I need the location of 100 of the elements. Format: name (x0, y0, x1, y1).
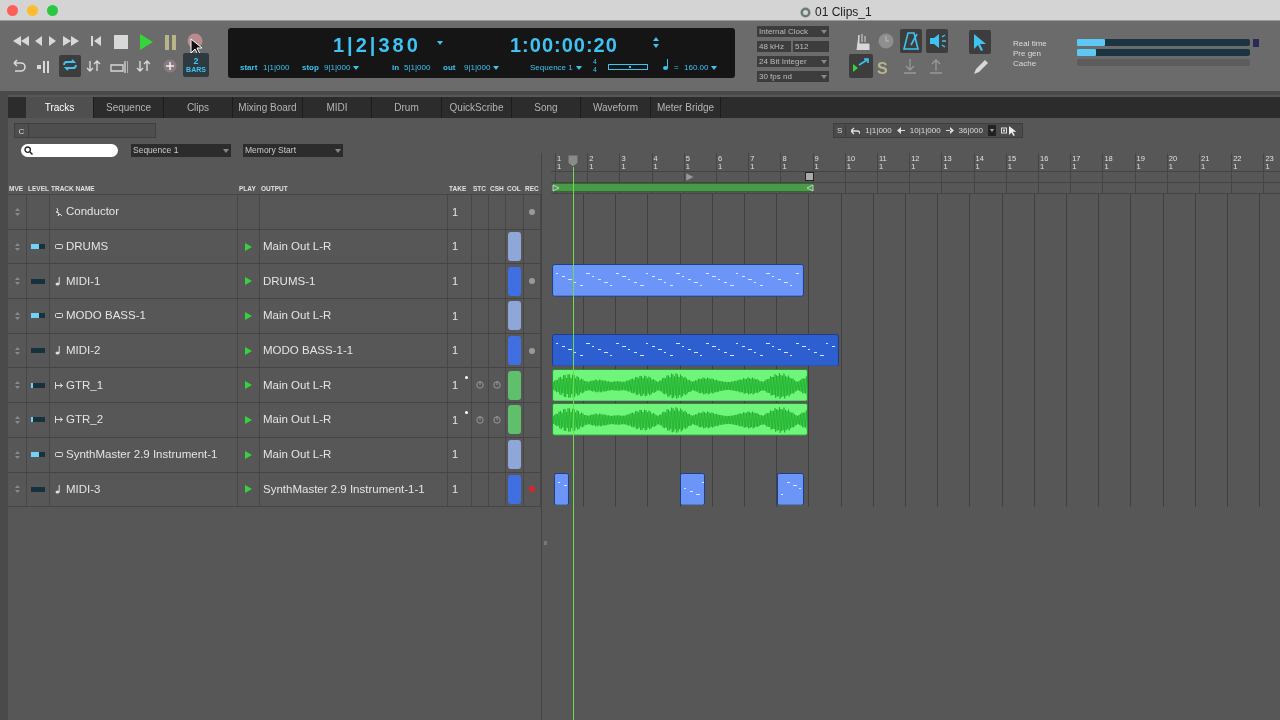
output-menu[interactable]: Main Out L-R (263, 307, 332, 325)
clock-source-menu[interactable]: Internal Clock (757, 26, 829, 37)
splitter-handle[interactable] (544, 541, 547, 545)
take-number[interactable]: 1 (452, 446, 459, 463)
frame-rate-menu[interactable]: 30 fps nd (757, 71, 829, 82)
play-enable-icon[interactable] (245, 485, 252, 494)
output-menu[interactable]: DRUMS-1 (263, 272, 316, 290)
midi-clip[interactable] (554, 472, 569, 506)
track-name[interactable]: MODO BASS-1 (66, 307, 146, 325)
output-menu[interactable]: MODO BASS-1-1 (263, 341, 354, 360)
in-value[interactable]: 5|1|000 (404, 62, 431, 74)
speaker-button[interactable] (926, 29, 948, 53)
track-color-swatch[interactable] (508, 440, 521, 470)
track-name[interactable]: GTR_2 (66, 411, 104, 429)
record-enable-button[interactable] (529, 278, 535, 285)
track-name[interactable]: SynthMaster 2.9 Instrument-1 (66, 446, 218, 464)
plus-icon[interactable] (161, 57, 179, 75)
track-color-swatch[interactable] (508, 266, 521, 296)
move-handle-icon[interactable] (14, 277, 20, 286)
bars-counter[interactable]: 1|2|380 (333, 34, 421, 56)
move-handle-icon[interactable] (14, 311, 20, 320)
output-menu[interactable]: SynthMaster 2.9 Instrument-1-1 (263, 480, 425, 498)
track-name[interactable]: MIDI-2 (66, 341, 101, 360)
dropdown-arrow-icon[interactable] (223, 148, 229, 153)
power-icon[interactable] (493, 415, 501, 424)
select-cursor-icon[interactable] (1000, 125, 1019, 136)
range-length[interactable]: 36|000 (958, 124, 983, 137)
track-name[interactable]: DRUMS (66, 237, 109, 256)
power-icon[interactable] (476, 415, 484, 424)
take-number[interactable]: 1 (452, 238, 459, 255)
track-color-swatch[interactable] (508, 405, 521, 435)
position-slider[interactable] (608, 64, 648, 70)
take-number[interactable]: 1 (452, 203, 459, 221)
search-field[interactable] (21, 144, 118, 157)
play-enable-icon[interactable] (245, 277, 252, 286)
play-enable-icon[interactable] (245, 450, 252, 459)
track-color-swatch[interactable] (508, 336, 521, 366)
input-wiring-button[interactable] (849, 54, 873, 78)
dropdown-arrow-icon[interactable] (711, 66, 718, 70)
track-name[interactable]: MIDI-1 (66, 272, 101, 290)
range-end[interactable]: 10|1|000 (909, 124, 941, 137)
move-handle-icon[interactable] (14, 450, 20, 459)
move-handle-icon[interactable] (14, 381, 20, 390)
sequence-menu[interactable]: Sequence 1 (530, 62, 573, 74)
dropdown-arrow-icon[interactable] (353, 66, 360, 70)
move-handle-icon[interactable] (14, 207, 20, 216)
output-menu[interactable]: Main Out L-R (263, 376, 332, 394)
track-color-swatch[interactable] (508, 370, 521, 400)
midi-clip[interactable] (552, 333, 839, 367)
output-menu[interactable]: Main Out L-R (263, 411, 332, 429)
track-color-swatch[interactable] (508, 301, 521, 331)
audio-clip[interactable] (552, 368, 808, 402)
bit-depth-menu[interactable]: 24 Bit Integer (757, 56, 829, 67)
play-enable-icon[interactable] (245, 346, 252, 355)
move-handle-icon[interactable] (14, 346, 20, 355)
range-start[interactable]: 1|1|000 (865, 124, 892, 137)
sample-rate-field[interactable]: 48 kHz (757, 41, 791, 52)
time-counter[interactable]: 1:00:00:20 (510, 34, 618, 56)
track-name[interactable]: MIDI-3 (66, 480, 101, 498)
take-number[interactable]: 1 (452, 342, 459, 359)
midi-clip[interactable] (777, 472, 804, 506)
track-color-swatch[interactable] (508, 232, 521, 262)
play-enable-icon[interactable] (245, 311, 252, 320)
record-enable-button[interactable] (529, 347, 535, 354)
play-enable-icon[interactable] (245, 381, 252, 390)
arrow-tool-button[interactable] (969, 30, 991, 54)
move-handle-icon[interactable] (14, 415, 20, 424)
track-color-swatch[interactable] (508, 474, 521, 504)
memory-menu[interactable]: Memory Start (243, 144, 343, 157)
track-name[interactable]: GTR_1 (66, 376, 104, 394)
dropdown-arrow-icon[interactable] (493, 66, 500, 70)
take-number[interactable]: 1 (452, 272, 459, 290)
output-menu[interactable]: Main Out L-R (263, 446, 332, 464)
take-number[interactable]: 1 (452, 481, 459, 498)
down-arrow-icon[interactable] (902, 56, 918, 76)
stepper-icon[interactable] (653, 37, 659, 48)
midi-clip[interactable] (552, 264, 804, 298)
selection-range-bar[interactable] (552, 183, 814, 192)
solo-button[interactable]: S (837, 124, 847, 137)
power-icon[interactable] (493, 381, 501, 390)
track-name[interactable]: Conductor (66, 203, 120, 221)
record-enable-button[interactable] (529, 208, 535, 215)
close-button[interactable] (7, 4, 18, 16)
dropdown-arrow-icon[interactable] (575, 66, 582, 70)
buffer-size-field[interactable]: 512 (793, 41, 829, 52)
loop-button[interactable] (59, 55, 81, 77)
take-number[interactable]: 1 (452, 411, 459, 429)
filter-field[interactable]: C (15, 124, 29, 137)
tempo-value[interactable]: 160.00 (684, 62, 709, 74)
output-menu[interactable]: Main Out L-R (263, 237, 332, 256)
take-number[interactable]: 1 (452, 307, 459, 325)
tab[interactable]: Tracks (26, 97, 94, 118)
midi-clip[interactable] (680, 472, 705, 506)
play-enable-icon[interactable] (245, 242, 252, 251)
play-enable-icon[interactable] (245, 415, 252, 424)
start-value[interactable]: 1|1|000 (263, 62, 290, 74)
move-handle-icon[interactable] (14, 242, 20, 251)
undo-icon[interactable] (851, 126, 861, 135)
dropdown-arrow-icon[interactable] (437, 41, 443, 45)
power-icon[interactable] (476, 381, 484, 390)
